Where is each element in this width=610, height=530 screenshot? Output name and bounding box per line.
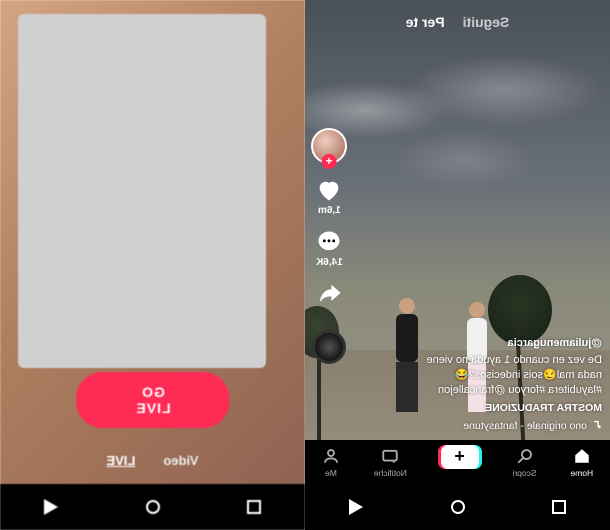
action-column: 1,6m 14,6K [311,128,347,364]
go-live-screen: GO LIVE Video LIVE [0,0,305,530]
sound-disc[interactable] [312,330,346,364]
tab-for-you[interactable]: Per te [406,14,445,30]
nav-discover-label: Scopri [512,468,536,478]
nav-home-label: Home [570,468,593,478]
android-recent-button[interactable] [244,497,264,517]
sound-name: ono originale - fantasytune [463,419,587,433]
nav-me-label: Me [325,468,337,478]
home-icon [573,447,591,467]
like-button[interactable]: 1,6m [315,176,343,216]
caption-line: #layubitera #foryou @francallejon [372,383,602,398]
android-back-button[interactable] [346,497,366,517]
nav-inbox[interactable]: Notifiche [374,447,407,478]
android-nav-bar [305,484,610,530]
feed-screen: Seguiti Per te 1,6m 14,6K [305,0,610,530]
caption-line: nada mal😏sois indecisos?😂 [372,368,602,383]
comment-button[interactable]: 14,6K [315,228,343,268]
mode-selector: Video LIVE [0,453,305,468]
mode-live[interactable]: LIVE [106,453,135,468]
caption-block: @juliamenugarcia De vez en cuando 1 ayud… [372,336,602,434]
go-live-label: GO LIVE [135,384,170,416]
mode-video[interactable]: Video [163,453,198,468]
nav-me[interactable]: Me [322,447,340,478]
comment-count: 14,6K [316,257,343,268]
share-button[interactable] [315,280,343,308]
bottom-nav: Home Scopri + . Notifiche [305,440,610,484]
author-avatar[interactable] [311,128,347,164]
preview-card [18,14,266,368]
person-icon [322,447,340,467]
clouds [305,30,610,210]
android-home-button[interactable] [143,497,163,517]
username[interactable]: @juliamenugarcia [372,336,602,351]
share-icon [315,280,343,308]
comment-icon [315,228,343,256]
show-translation-button[interactable]: MOSTRA TRADUZIONE [372,401,602,415]
nav-home[interactable]: Home [570,447,593,478]
nav-discover[interactable]: Scopri [512,447,536,478]
android-back-button[interactable] [41,497,61,517]
palm-tree [488,275,552,345]
android-home-button[interactable] [448,497,468,517]
search-icon [516,447,534,467]
heart-icon [315,176,343,204]
plus-icon: + [441,445,479,469]
music-note-icon [591,419,602,434]
android-recent-button[interactable] [549,497,569,517]
inbox-icon [381,447,399,467]
go-live-button[interactable]: GO LIVE [76,372,229,428]
feed-tabs: Seguiti Per te [305,14,610,30]
nav-inbox-label: Notifiche [374,468,407,478]
tab-following[interactable]: Seguiti [463,14,510,30]
like-count: 1,6m [318,205,341,216]
sound-row[interactable]: ono originale - fantasytune [372,419,602,434]
nav-create[interactable]: + . [441,445,479,480]
android-nav-bar [0,484,305,530]
caption-line: De vez en cuando 1 ayuda no viene [372,353,602,368]
